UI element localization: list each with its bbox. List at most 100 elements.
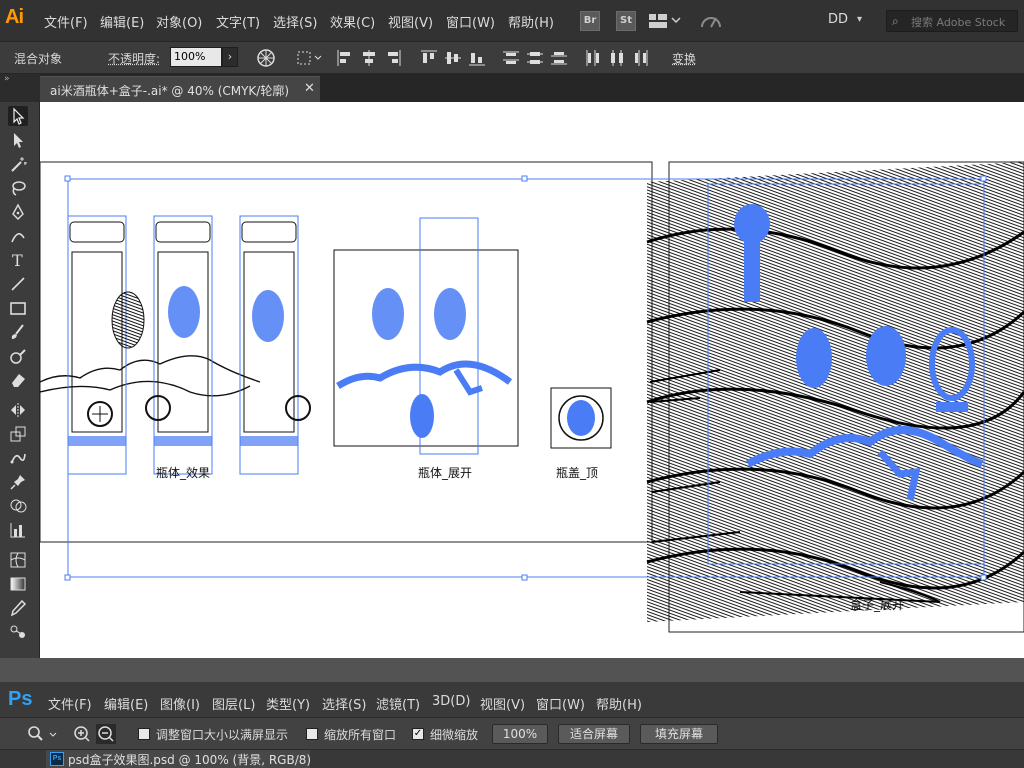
rotate-reflect-tool-icon[interactable] <box>8 400 28 420</box>
ps-menu-select[interactable]: 选择(S) <box>322 694 366 713</box>
zoom-all-checkbox[interactable] <box>306 728 318 740</box>
distribute-vertical-center-icon[interactable] <box>526 49 544 67</box>
ps-menu-image[interactable]: 图像(I) <box>160 694 200 713</box>
puppet-warp-tool-icon[interactable] <box>8 448 28 468</box>
paintbrush-tool-icon[interactable] <box>8 322 28 342</box>
zoom-all-label: 缩放所有窗口 <box>324 728 397 742</box>
ps-menu-window[interactable]: 窗口(W) <box>536 694 585 713</box>
align-left-icon[interactable] <box>336 49 354 67</box>
document-tab[interactable]: ai米酒瓶体+盒子-.ai* @ 40% (CMYK/轮廓) ✕ <box>40 76 320 102</box>
control-bar: 混合对象 不透明度: 100% › 变换 <box>0 42 1024 74</box>
photoshop-document-tab-bar: Ps psd盒子效果图.psd @ 100% (背景, RGB/8) <box>0 750 1024 768</box>
transform-button[interactable]: 变换 <box>672 50 696 67</box>
opacity-arrow-button[interactable]: › <box>222 47 238 67</box>
zoom-in-icon[interactable] <box>72 724 92 744</box>
menu-view[interactable]: 视图(V) <box>388 12 433 31</box>
stock-button[interactable]: St <box>616 11 636 31</box>
opacity-input[interactable]: 100% <box>170 47 222 67</box>
search-placeholder: 搜索 Adobe Stock <box>911 16 1006 29</box>
line-segment-tool-icon[interactable] <box>8 274 28 294</box>
ps-menu-file[interactable]: 文件(F) <box>48 694 92 713</box>
svg-text:T: T <box>12 251 23 270</box>
magic-wand-tool-icon[interactable] <box>8 154 28 174</box>
distribute-left-icon[interactable] <box>584 49 602 67</box>
curvature-tool-icon[interactable] <box>8 226 28 246</box>
menu-help[interactable]: 帮助(H) <box>508 12 554 31</box>
selection-type-label: 混合对象 <box>14 52 63 66</box>
shape-builder-tool-icon[interactable] <box>8 496 28 516</box>
toolbox: T <box>0 102 40 658</box>
rectangle-tool-icon[interactable] <box>8 298 28 318</box>
zoom-out-icon[interactable] <box>96 724 116 744</box>
lasso-tool-icon[interactable] <box>8 178 28 198</box>
distribute-horizontal-center-icon[interactable] <box>608 49 626 67</box>
mesh-tool-icon[interactable] <box>8 550 28 570</box>
psd-file-icon: Ps <box>50 752 64 766</box>
blend-tool-icon[interactable] <box>8 622 28 642</box>
menu-object[interactable]: 对象(O) <box>156 12 202 31</box>
workspace-switcher[interactable]: DD <box>828 12 848 27</box>
menu-select[interactable]: 选择(S) <box>273 12 317 31</box>
direct-selection-tool-icon[interactable] <box>8 130 28 150</box>
align-vertical-center-icon[interactable] <box>444 49 462 67</box>
pen-tool-icon[interactable] <box>8 202 28 222</box>
stock-search-input[interactable]: ⌕ 搜索 Adobe Stock <box>886 10 1018 32</box>
opacity-label[interactable]: 不透明度: <box>108 50 160 67</box>
eyedropper-tool-icon[interactable] <box>8 598 28 618</box>
document-tab-bar: ai米酒瓶体+盒子-.ai* @ 40% (CMYK/轮廓) ✕ <box>40 74 1024 102</box>
gpu-performance-icon[interactable] <box>700 11 722 31</box>
resize-windows-checkbox[interactable] <box>138 728 150 740</box>
ps-menu-edit[interactable]: 编辑(E) <box>104 694 148 713</box>
fill-screen-button[interactable]: 填充屏幕 <box>640 724 718 744</box>
resize-windows-label: 调整窗口大小以满屏显示 <box>156 728 289 742</box>
gradient-tool-icon[interactable] <box>8 574 28 594</box>
menu-effect[interactable]: 效果(C) <box>330 12 375 31</box>
scrubby-zoom-label: 细微缩放 <box>430 728 479 742</box>
shaper-tool-icon[interactable] <box>8 346 28 366</box>
ps-menu-3d[interactable]: 3D(D) <box>432 694 470 709</box>
graph-tool-icon[interactable] <box>8 520 28 540</box>
fit-screen-button[interactable]: 适合屏幕 <box>558 724 630 744</box>
selection-tool-icon[interactable] <box>8 106 28 126</box>
menu-type[interactable]: 文字(T) <box>216 12 260 31</box>
menu-file[interactable]: 文件(F) <box>44 12 88 31</box>
artwork-layer <box>40 161 1024 633</box>
ps-menu-filter[interactable]: 滤镜(T) <box>376 694 420 713</box>
ps-menu-type[interactable]: 类型(Y) <box>266 694 310 713</box>
eraser-tool-icon[interactable] <box>8 370 28 390</box>
distribute-right-icon[interactable] <box>632 49 650 67</box>
ps-menu-layer[interactable]: 图层(L) <box>212 694 255 713</box>
menu-window[interactable]: 窗口(W) <box>446 12 495 31</box>
label-bottle-unfold: 瓶体_展开 <box>418 466 473 480</box>
bridge-button[interactable]: Br <box>580 11 600 31</box>
menu-edit[interactable]: 编辑(E) <box>100 12 144 31</box>
align-bottom-icon[interactable] <box>468 49 486 67</box>
scale-tool-icon[interactable] <box>8 424 28 444</box>
ps-menu-help[interactable]: 帮助(H) <box>596 694 642 713</box>
ps-menu-view[interactable]: 视图(V) <box>480 694 525 713</box>
chevron-down-icon[interactable]: ▾ <box>857 14 862 25</box>
collapse-panel-icon[interactable]: » <box>4 74 10 84</box>
artboard-main <box>40 161 653 543</box>
photoshop-document-tab[interactable]: Ps psd盒子效果图.psd @ 100% (背景, RGB/8) <box>46 750 312 768</box>
zoom-tool-icon[interactable] <box>26 724 62 744</box>
arrange-documents-icon[interactable] <box>648 12 684 30</box>
zoom-100-button[interactable]: 100% <box>492 724 548 744</box>
align-right-icon[interactable] <box>384 49 402 67</box>
label-box-unfold: 盒子_展开 <box>850 598 905 612</box>
label-cap-top: 瓶盖_顶 <box>556 466 599 480</box>
type-tool-icon[interactable]: T <box>8 250 28 270</box>
distribute-top-icon[interactable] <box>502 49 520 67</box>
toolbox-header: » <box>0 74 40 102</box>
pin-tool-icon[interactable] <box>8 472 28 492</box>
photoshop-document-title: psd盒子效果图.psd @ 100% (背景, RGB/8) <box>68 753 312 767</box>
distribute-bottom-icon[interactable] <box>550 49 568 67</box>
align-to-selection-icon[interactable] <box>296 49 322 67</box>
recolor-artwork-icon[interactable] <box>256 48 276 68</box>
align-horizontal-center-icon[interactable] <box>360 49 378 67</box>
artboard-canvas[interactable]: 瓶体_效果 瓶体_展开 瓶盖_顶 盒子_展开 <box>40 102 1024 658</box>
align-top-icon[interactable] <box>420 49 438 67</box>
photoshop-menubar: Ps 文件(F) 编辑(E) 图像(I) 图层(L) 类型(Y) 选择(S) 滤… <box>0 682 1024 718</box>
scrubby-zoom-checkbox[interactable]: ✓ <box>412 728 424 740</box>
close-icon[interactable]: ✕ <box>304 81 315 96</box>
